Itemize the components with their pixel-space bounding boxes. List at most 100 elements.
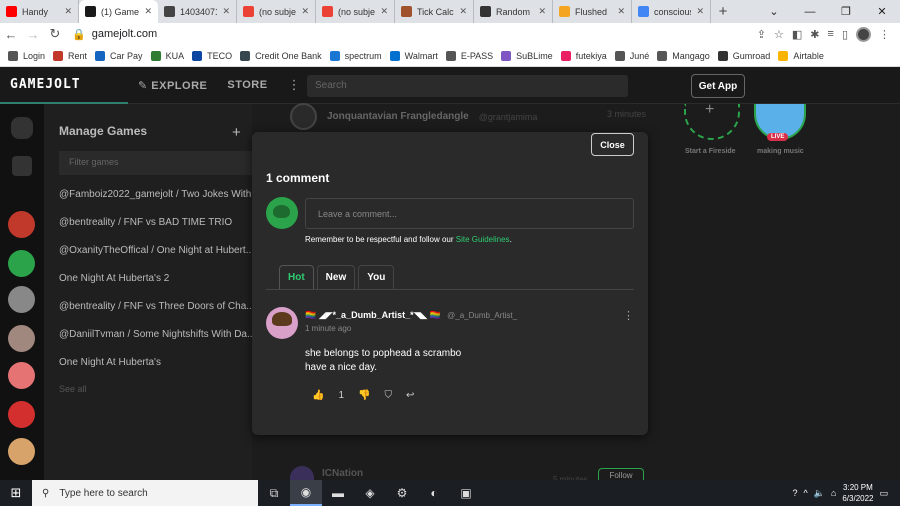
- gamejolt-logo[interactable]: GAMEJOLT: [0, 67, 128, 104]
- browser-menu-icon[interactable]: ⋮: [879, 28, 890, 41]
- tab-close-icon[interactable]: ✕: [538, 6, 546, 17]
- community-avatar-7[interactable]: [8, 438, 35, 465]
- tray-chevron-icon[interactable]: ^: [803, 488, 807, 498]
- feed-user-avatar[interactable]: [290, 103, 317, 130]
- browser-tab[interactable]: Handy ✕: [0, 0, 79, 23]
- restore-icon[interactable]: ❐: [828, 0, 864, 23]
- managed-game-item[interactable]: @OxanityTheOffical / One Night at Hubert…: [59, 245, 254, 256]
- comment-time[interactable]: 1 minute ago: [305, 324, 351, 333]
- tab-new[interactable]: New: [316, 265, 356, 289]
- bookmark-item[interactable]: Airtable: [778, 50, 832, 61]
- bookmark-item[interactable]: SuBLime: [501, 50, 561, 61]
- network-icon[interactable]: ⌂: [831, 488, 836, 498]
- extension-icon[interactable]: ◧: [792, 28, 802, 41]
- browser-tab[interactable]: Tick Calculator ✕: [395, 0, 474, 23]
- url-field[interactable]: 🔒 gamejolt.com: [66, 25, 757, 43]
- minimize-icon[interactable]: —: [792, 0, 828, 23]
- share-icon[interactable]: ⇪: [757, 28, 766, 41]
- browser-tab[interactable]: Random Generator ✕: [474, 0, 553, 23]
- bookmark-item[interactable]: Login: [8, 50, 53, 61]
- site-guidelines-link[interactable]: Site Guidelines: [456, 235, 510, 244]
- see-all-link[interactable]: See all: [59, 384, 87, 394]
- comment-input[interactable]: Leave a comment...: [305, 198, 634, 229]
- browser-tab[interactable]: (no subject) ✕: [237, 0, 316, 23]
- bookmark-item[interactable]: Credit One Bank: [240, 50, 330, 61]
- taskbar-search[interactable]: ⚲ Type here to search: [32, 480, 258, 506]
- tab-close-icon[interactable]: ✕: [380, 6, 388, 17]
- close-button[interactable]: Close: [591, 133, 634, 156]
- tab-close-icon[interactable]: ✕: [301, 6, 309, 17]
- search-input[interactable]: Search: [307, 75, 628, 97]
- tab-close-icon[interactable]: ✕: [696, 6, 704, 17]
- comment-options-icon[interactable]: ⋮: [623, 309, 634, 322]
- community-avatar-6[interactable]: [8, 401, 35, 428]
- forward-icon[interactable]: →: [22, 27, 44, 42]
- browser-tab[interactable]: (no subject) ✕: [316, 0, 395, 23]
- volume-icon[interactable]: 🔈: [814, 488, 825, 499]
- chat-icon[interactable]: [11, 117, 33, 139]
- bookmark-item[interactable]: Rent: [53, 50, 95, 61]
- reading-list-icon[interactable]: ≡: [828, 28, 834, 40]
- filter-games-input[interactable]: Filter games: [59, 151, 254, 175]
- dislike-icon[interactable]: 👎: [358, 390, 370, 401]
- sidepanel-icon[interactable]: ▯: [842, 28, 848, 41]
- nav-store[interactable]: STORE: [217, 79, 277, 91]
- bookmark-item[interactable]: E-PASS: [445, 50, 501, 61]
- windows-start-icon[interactable]: ⊞: [0, 480, 32, 506]
- help-icon[interactable]: ?: [792, 488, 797, 498]
- bookmark-item[interactable]: Walmart: [389, 50, 446, 61]
- managed-game-item[interactable]: @DaniilTvman / Some Nightshifts With Da.…: [59, 329, 255, 340]
- reply-icon[interactable]: ↩: [406, 390, 414, 401]
- bookmark-item[interactable]: spectrum: [329, 50, 390, 61]
- bookmark-star-icon[interactable]: ☆: [774, 28, 784, 41]
- tab-close-icon[interactable]: ✕: [144, 6, 152, 17]
- browser-tab[interactable]: conscious ✕: [632, 0, 711, 23]
- steam-icon[interactable]: ⚙: [386, 480, 418, 506]
- nav-explore[interactable]: ✎ EXPLORE: [128, 79, 217, 92]
- extensions-puzzle-icon[interactable]: ✱: [810, 28, 819, 41]
- community-avatar-5[interactable]: [8, 362, 35, 389]
- notifications-icon[interactable]: ▭: [879, 488, 888, 499]
- feed-user-name[interactable]: Jonquantavian Frangledangle: [327, 111, 469, 122]
- bookmark-item[interactable]: Juné: [614, 50, 658, 61]
- browser-tab[interactable]: 140340713 ✕: [158, 0, 237, 23]
- community-avatar-1[interactable]: [8, 211, 35, 238]
- managed-game-item[interactable]: @bentreality / FNF vs BAD TIME TRIO: [59, 217, 232, 228]
- library-icon[interactable]: [12, 156, 32, 176]
- get-app-button[interactable]: Get App: [691, 74, 745, 98]
- browser-tab[interactable]: (1) Game Jolt ✕: [79, 0, 158, 23]
- file-explorer-icon[interactable]: ▬: [322, 480, 354, 506]
- charge-icon[interactable]: ⛉: [384, 390, 392, 401]
- community-avatar-4[interactable]: [8, 325, 35, 352]
- profile-avatar[interactable]: [856, 26, 871, 42]
- reload-icon[interactable]: ↻: [44, 26, 66, 42]
- more-menu-icon[interactable]: ⋮: [278, 77, 311, 93]
- next-post-user[interactable]: ICNation: [322, 468, 363, 479]
- app-icon[interactable]: ▣: [450, 480, 482, 506]
- stack-icon[interactable]: ◈: [354, 480, 386, 506]
- bookmark-item[interactable]: KUA: [150, 50, 193, 61]
- back-icon[interactable]: ←: [0, 27, 22, 42]
- commenter-avatar[interactable]: [266, 307, 298, 339]
- tab-close-icon[interactable]: ✕: [459, 6, 467, 17]
- tab-you[interactable]: You: [358, 265, 395, 289]
- bookmark-item[interactable]: Mangago: [657, 50, 718, 61]
- managed-game-item[interactable]: One Night At Huberta's 2: [59, 273, 169, 284]
- chrome-icon[interactable]: ◉: [290, 480, 322, 506]
- clock[interactable]: 3:20 PM 6/3/2022: [842, 482, 873, 504]
- close-window-icon[interactable]: ✕: [864, 0, 900, 23]
- tab-close-icon[interactable]: ✕: [222, 6, 230, 17]
- bookmark-item[interactable]: futekiya: [560, 50, 615, 61]
- tab-hot[interactable]: Hot: [279, 265, 314, 289]
- managed-game-item[interactable]: @bentreality / FNF vs Three Doors of Cha…: [59, 301, 255, 312]
- add-game-icon[interactable]: +: [232, 124, 241, 141]
- bookmark-item[interactable]: TECO: [192, 50, 240, 61]
- tab-close-icon[interactable]: ✕: [617, 6, 625, 17]
- tab-search-icon[interactable]: ⌄: [756, 0, 792, 23]
- bookmark-item[interactable]: Car Pay: [95, 50, 151, 61]
- like-icon[interactable]: 👍: [312, 390, 324, 401]
- new-tab-icon[interactable]: +: [711, 0, 735, 23]
- commenter-name[interactable]: 🏳️‍🌈 ◢◤*_a_Dumb_Artist_*◥◣ 🏳️‍🌈: [305, 310, 441, 321]
- managed-game-item[interactable]: @Famboiz2022_gamejolt / Two Jokes With .…: [59, 189, 262, 200]
- bookmark-item[interactable]: Gumroad: [717, 50, 779, 61]
